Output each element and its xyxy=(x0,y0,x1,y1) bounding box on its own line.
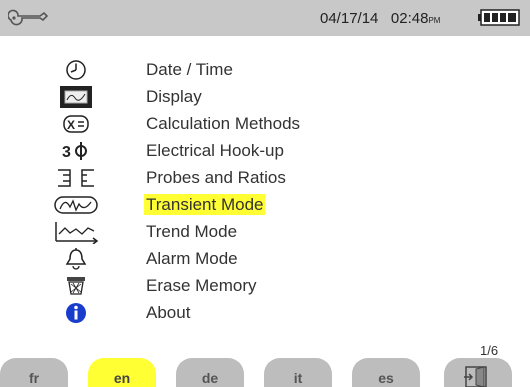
clock-icon xyxy=(66,59,86,80)
menu-item-probes-ratios[interactable]: Probes and Ratios xyxy=(40,164,390,191)
tab-label: de xyxy=(201,370,219,386)
alarm-bell-icon xyxy=(65,247,87,270)
tab-language-en[interactable]: en xyxy=(88,358,156,387)
menu-item-erase-memory[interactable]: Erase Memory xyxy=(40,272,390,299)
ampm-text: PM xyxy=(428,16,441,25)
tab-label: es xyxy=(378,370,394,386)
date-time-display: 04/17/14 02:48PM xyxy=(320,10,440,27)
svg-text:3: 3 xyxy=(62,144,71,161)
menu-item-alarm-mode[interactable]: Alarm Mode xyxy=(40,245,390,272)
menu-item-label: Date / Time xyxy=(146,60,233,79)
exit-tab[interactable] xyxy=(444,358,512,387)
erase-bin-icon xyxy=(67,276,85,295)
menu-item-label: Alarm Mode xyxy=(146,249,238,268)
menu-item-display[interactable]: Display xyxy=(40,83,390,110)
menu-item-about[interactable]: About xyxy=(40,299,390,326)
tab-label: en xyxy=(113,370,131,386)
menu-item-label: Calculation Methods xyxy=(146,114,301,133)
tab-language-de[interactable]: de xyxy=(176,358,244,387)
menu-item-label: Probes and Ratios xyxy=(146,168,286,187)
menu-item-electrical-hookup[interactable]: 3 Electrical Hook-up xyxy=(40,137,390,164)
page-indicator: 1/6 xyxy=(480,343,499,358)
info-icon xyxy=(66,302,86,323)
probes-icon xyxy=(58,168,94,187)
tab-label: fr xyxy=(28,370,40,386)
menu-item-label: Electrical Hook-up xyxy=(146,141,284,160)
three-phase-icon: 3 xyxy=(62,141,87,161)
svg-text:X: X xyxy=(67,118,75,132)
transient-icon xyxy=(54,195,98,214)
menu-item-calculation-methods[interactable]: X Calculation Methods xyxy=(40,110,390,137)
menu-item-trend-mode[interactable]: Trend Mode xyxy=(40,218,390,245)
tab-label: it xyxy=(293,370,303,386)
menu-item-date-time[interactable]: Date / Time xyxy=(40,56,390,83)
battery-icon xyxy=(478,9,520,26)
exit-door-icon xyxy=(464,366,487,387)
calculation-icon: X xyxy=(63,114,89,133)
setup-screen: 04/17/14 02:48PM Date / Time Display X C… xyxy=(0,0,530,387)
tab-language-es[interactable]: es xyxy=(352,358,420,387)
time-text: 02:48 xyxy=(390,10,429,27)
menu-item-label: Display xyxy=(146,87,202,106)
menu-item-label: Transient Mode xyxy=(144,194,266,215)
menu-item-label: About xyxy=(146,303,191,322)
status-bar: 04/17/14 02:48PM xyxy=(0,0,530,36)
display-icon xyxy=(60,85,92,108)
menu-item-transient-mode[interactable]: Transient Mode xyxy=(40,191,390,218)
menu-item-label: Trend Mode xyxy=(146,222,238,241)
wrench-icon[interactable] xyxy=(8,8,50,28)
trend-icon xyxy=(55,221,99,244)
tab-language-it[interactable]: it xyxy=(264,358,332,387)
tab-language-fr[interactable]: fr xyxy=(0,358,68,387)
date-text: 04/17/14 xyxy=(320,10,379,27)
menu-item-label: Erase Memory xyxy=(146,276,257,295)
